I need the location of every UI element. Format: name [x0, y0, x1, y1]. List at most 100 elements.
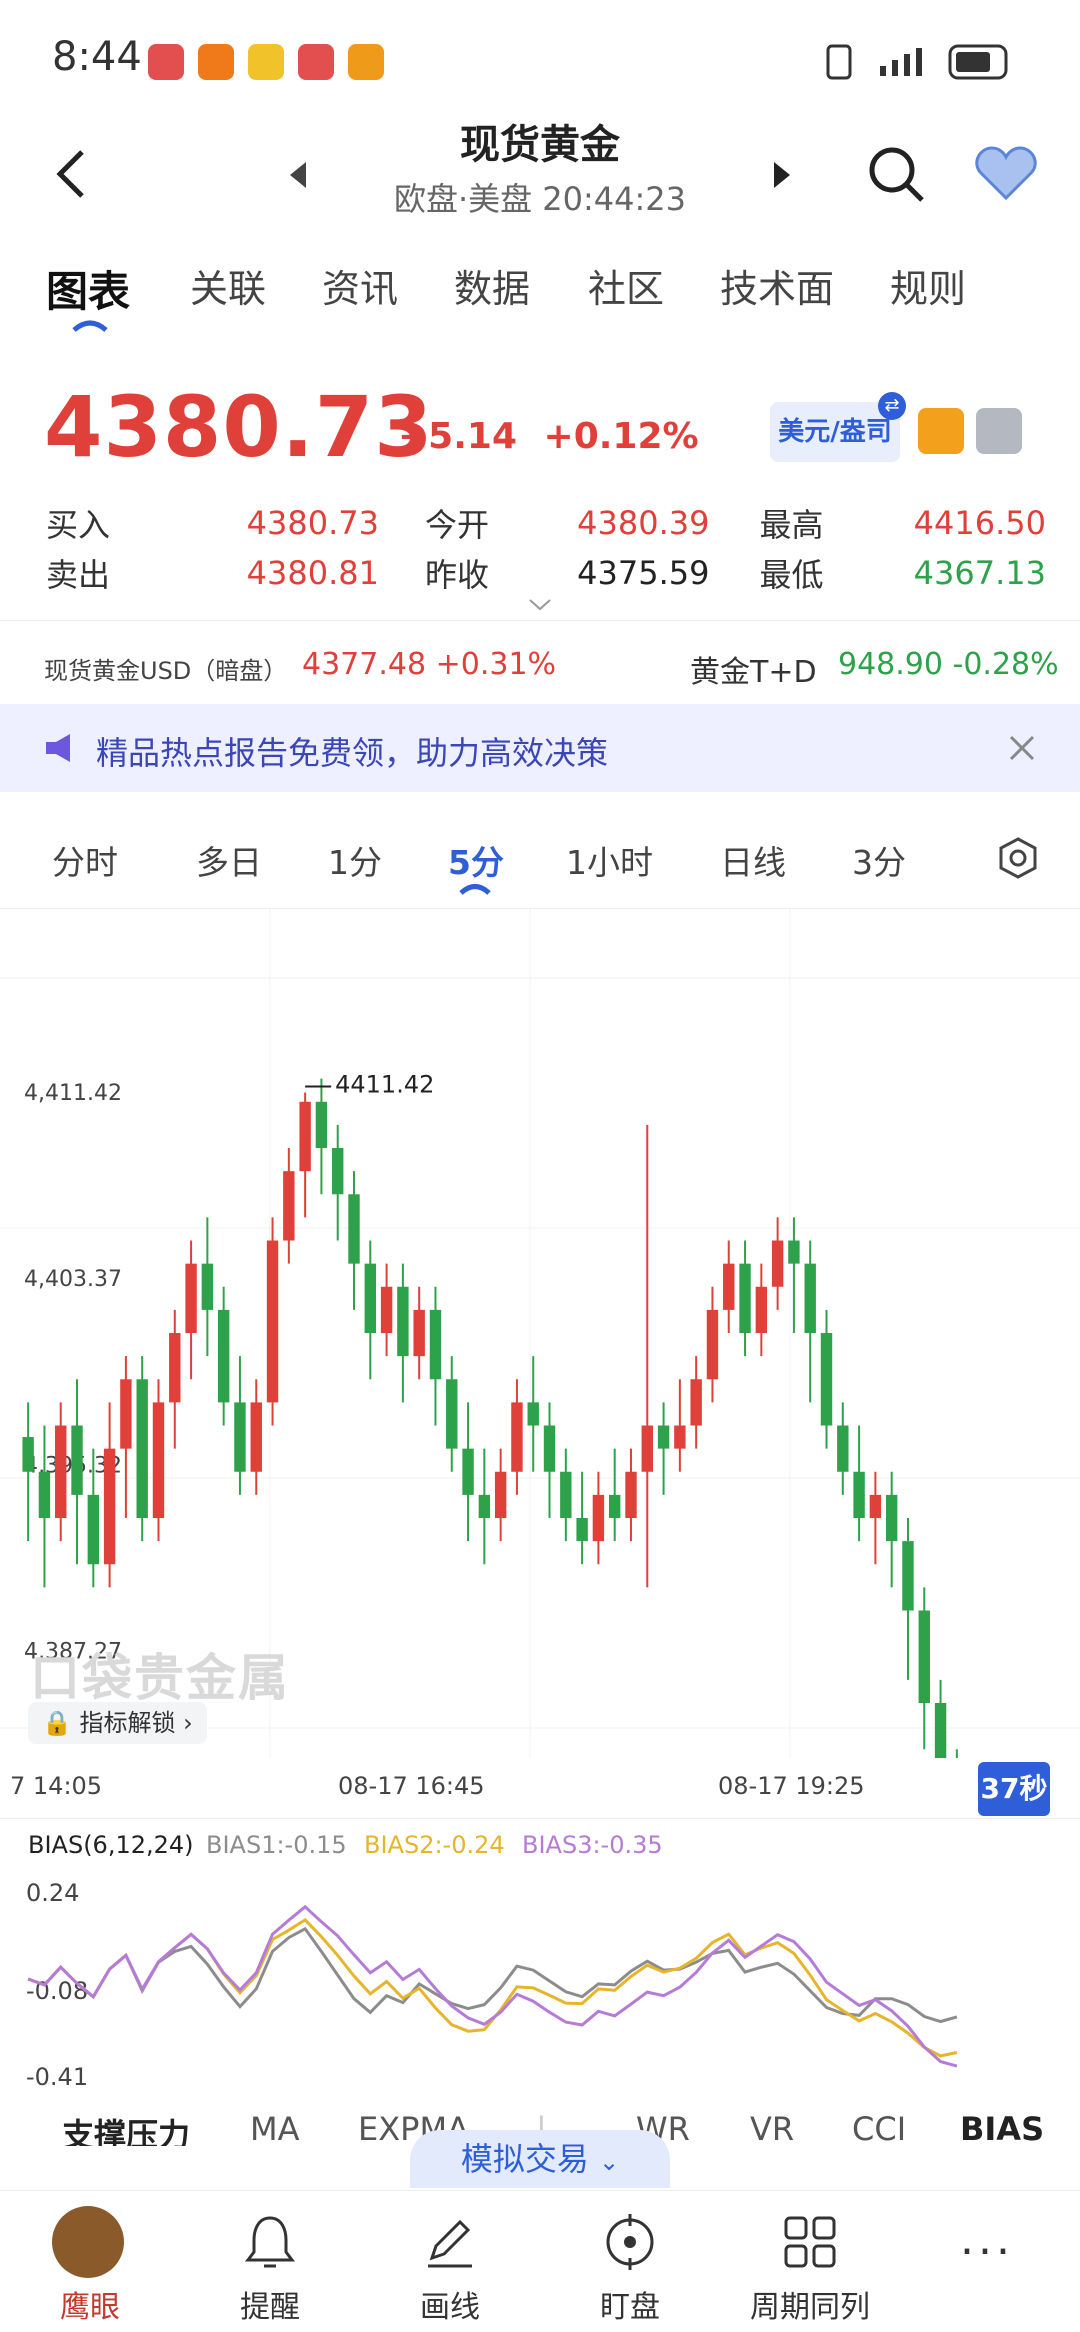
indicator-tab[interactable]: MA [250, 2110, 300, 2146]
indicator-tab[interactable]: CCI [852, 2110, 906, 2146]
bell-icon[interactable] [244, 2214, 296, 2270]
high-label: 4411.42 [335, 1071, 434, 1099]
candle [136, 1379, 148, 1519]
y-tick: 4,403.37 [24, 1267, 122, 1292]
more-icon[interactable]: ... [960, 2214, 1014, 2265]
tab-community[interactable]: 社区 [588, 258, 664, 313]
bias2-value: BIAS2:-0.24 [364, 1831, 505, 1859]
period-tab-timeshare[interactable]: 分时 [52, 836, 118, 884]
prev-close-label: 昨收 [424, 556, 489, 594]
candle [120, 1379, 132, 1449]
candle [641, 1425, 653, 1472]
indicator-unlock-button[interactable]: 🔒 指标解锁 › [28, 1702, 207, 1744]
close-icon[interactable] [1008, 734, 1036, 762]
promo-banner[interactable]: 精品热点报告免费领，助力高效决策 [0, 704, 1080, 792]
candle [348, 1194, 360, 1264]
high-value: 4416.50 [913, 504, 1046, 542]
ask-value: 4380.81 [246, 554, 379, 592]
candle [250, 1402, 262, 1472]
candle [152, 1402, 165, 1519]
x-tick: 08-17 19:25 [718, 1772, 865, 1800]
candle [837, 1425, 849, 1472]
active-tab-indicator [72, 320, 108, 332]
candle [87, 1494, 100, 1565]
favorite-heart-icon[interactable] [974, 144, 1038, 202]
period-tab-1hour[interactable]: 1小时 [566, 836, 653, 884]
status-bar: 8:44 [0, 0, 1080, 120]
candle [299, 1101, 311, 1172]
bias-lines [27, 1904, 958, 2068]
period-tab-multiday[interactable]: 多日 [196, 836, 262, 884]
candle [511, 1402, 523, 1472]
nav-alert[interactable]: 提醒 [200, 2282, 340, 2326]
history-icon[interactable] [918, 408, 964, 454]
tab-data[interactable]: 数据 [454, 258, 530, 313]
candle [55, 1425, 67, 1519]
nav-period-compare[interactable]: 周期同列 [740, 2282, 880, 2326]
low-value: 4367.13 [913, 554, 1046, 592]
tab-rules[interactable]: 规则 [890, 258, 966, 313]
ask-label: 卖出 [46, 556, 111, 594]
tab-technical[interactable]: 技术面 [720, 258, 834, 313]
nav-draw[interactable]: 画线 [380, 2282, 520, 2326]
grid-compare-icon[interactable] [782, 2214, 838, 2270]
pen-icon[interactable] [424, 2214, 476, 2270]
target-icon[interactable] [600, 2212, 660, 2272]
nav-eagle-eye[interactable]: 鹰眼 [20, 2282, 160, 2326]
candle [446, 1379, 458, 1449]
bias3-value: BIAS3:-0.35 [522, 1831, 663, 1859]
signal-battery-icon [826, 44, 1008, 80]
bias-panel: BIAS(6,12,24) BIAS1:-0.15 BIAS2:-0.24 BI… [0, 1818, 1080, 2099]
nav-watch[interactable]: 盯盘 [560, 2282, 700, 2326]
candle [657, 1425, 670, 1449]
countdown-badge: 37秒 [978, 1762, 1050, 1816]
candle [103, 1448, 116, 1565]
candle [364, 1263, 377, 1334]
tab-chart[interactable]: 图表 [46, 258, 130, 319]
quote-table: 买入 4380.73 今开 4380.39 最高 4416.50 卖出 4380… [46, 498, 1046, 598]
candle [608, 1494, 621, 1519]
app-notification-icon [198, 44, 234, 80]
bias-line [27, 1926, 958, 2024]
candlestick-chart[interactable]: 4,411.424,403.374,395.324,387.274,379.22… [0, 908, 1080, 1758]
period-tab-1min[interactable]: 1分 [328, 836, 382, 884]
bid-value: 4380.73 [246, 504, 379, 542]
tab-related[interactable]: 关联 [190, 258, 266, 313]
related-quotes-row[interactable]: 现货黄金USD（暗盘） 4377.48 +0.31% 黄金T+D 948.90 … [0, 620, 1080, 709]
prev-close-value: 4375.59 [577, 554, 710, 592]
candle [380, 1286, 393, 1334]
eagle-eye-icon[interactable] [52, 2206, 124, 2278]
next-instrument-icon[interactable] [770, 160, 794, 190]
swap-icon: ⇄ [878, 392, 906, 420]
low-label: 最低 [759, 556, 824, 594]
status-time: 8:44 [52, 34, 142, 80]
candle [38, 1471, 51, 1519]
megaphone-icon [46, 734, 70, 762]
settings-alt-icon[interactable] [976, 408, 1022, 454]
candle [527, 1402, 539, 1426]
search-icon[interactable] [866, 144, 926, 204]
indicator-tab[interactable]: VR [750, 2110, 794, 2146]
tab-news[interactable]: 资讯 [322, 258, 398, 313]
candle [266, 1240, 279, 1403]
candle [934, 1703, 947, 1758]
period-bar [0, 812, 1080, 909]
candle [429, 1309, 442, 1380]
price-change: +5.14 +0.12% [398, 416, 699, 457]
chart-settings-icon[interactable] [996, 836, 1040, 880]
indicator-tab[interactable]: BIAS [960, 2110, 1044, 2146]
candle [723, 1263, 735, 1310]
candle [543, 1425, 556, 1472]
x-tick: 08-17 16:45 [338, 1772, 485, 1800]
candle [804, 1263, 816, 1334]
candle [576, 1518, 588, 1542]
period-tab-3min[interactable]: 3分 [852, 836, 906, 884]
bias-line [27, 1917, 958, 2058]
expand-chevron-icon[interactable] [528, 598, 552, 612]
sim-trade-button[interactable]: 模拟交易 ⌄ [410, 2130, 670, 2188]
period-tab-5min[interactable]: 5分 [448, 836, 504, 884]
period-tab-daily[interactable]: 日线 [720, 836, 786, 884]
candle [902, 1541, 914, 1611]
indicator-tab[interactable]: 支撑压力 [62, 2110, 190, 2146]
candle [413, 1309, 425, 1357]
